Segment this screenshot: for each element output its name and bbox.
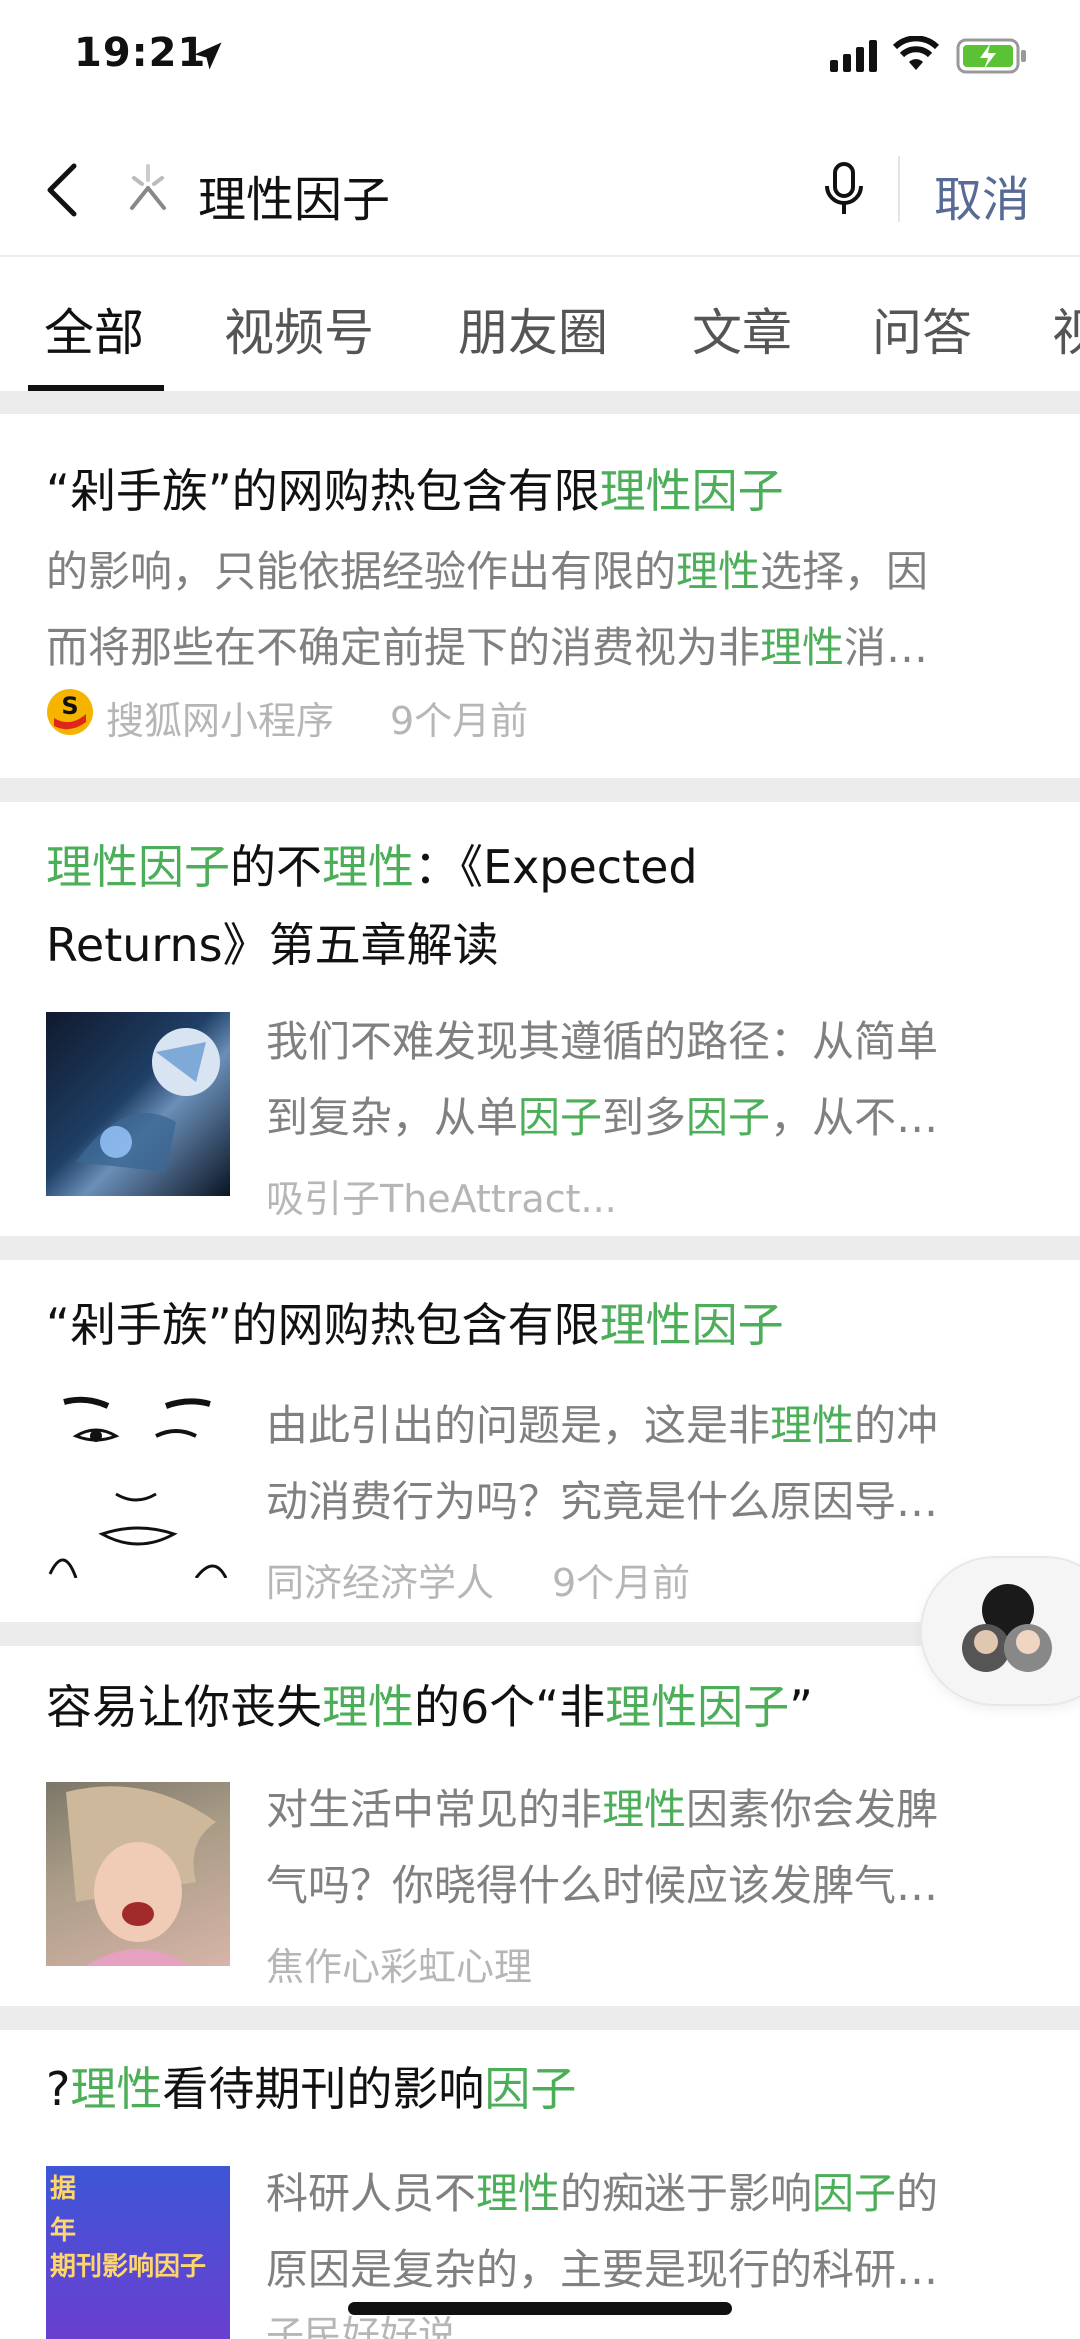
title-highlight: 理性因子	[599, 464, 784, 518]
svg-text:S: S	[61, 692, 78, 720]
result-snippet: 到复杂，从单因子到多因子，从不…	[266, 1080, 938, 1156]
result-title[interactable]: 理性因子的不理性：《Expected	[46, 828, 698, 906]
avatar-icon	[962, 1584, 1052, 1672]
battery-charging-icon	[956, 38, 1026, 74]
title-highlight: 理性	[322, 840, 414, 894]
snippet-text: 的冲	[854, 1401, 939, 1450]
wifi-icon	[892, 36, 940, 70]
snippet-highlight: 因子	[686, 1093, 771, 1142]
result-card[interactable]: “剁手族”的网购热包含有限理性因子 的影响，只能依据经验作出有限的理性选择，因 …	[0, 414, 1080, 778]
snippet-text: 对生活中常见的非	[266, 1785, 603, 1834]
snippet-highlight: 理性	[760, 623, 845, 672]
result-title[interactable]: 容易让你丧失理性的6个“非理性因子”	[46, 1668, 813, 1746]
search-input[interactable]: 理性因子	[198, 160, 390, 230]
snippet-text: 由此引出的问题是，这是非	[266, 1401, 771, 1450]
result-card[interactable]: 理性因子的不理性：《Expected Returns》第五章解读 我们不难发现其…	[0, 802, 1080, 1236]
result-source: 同济经济学人	[266, 1561, 495, 1605]
thumb-text: 据	[50, 2174, 77, 2204]
cancel-button[interactable]: 取消	[934, 160, 1030, 230]
result-title[interactable]: ?理性看待期刊的影响因子	[46, 2050, 576, 2128]
tab-articles[interactable]: 文章	[692, 293, 792, 365]
result-thumbnail	[46, 1394, 230, 1578]
snippet-text: 到复杂，从单	[266, 1093, 519, 1142]
tab-moments[interactable]: 朋友圈	[458, 293, 608, 365]
snippet-highlight: 理性	[602, 1785, 687, 1834]
snippet-text: 因素你会发脾	[686, 1785, 939, 1834]
title-text: ：《Expected	[414, 840, 698, 894]
home-indicator	[348, 2302, 732, 2315]
result-card[interactable]: ?理性看待期刊的影响因子 据 年 期刊影响因子 科研人员不理性的痴迷于影响因子的…	[0, 2030, 1080, 2339]
title-highlight: 理性	[70, 2062, 163, 2116]
snippet-highlight: 因子	[518, 1093, 603, 1142]
status-bar: 19:21	[0, 0, 1080, 120]
title-text: 的不	[230, 840, 322, 894]
result-snippet: 原因是复杂的，主要是现行的科研…	[266, 2245, 939, 2294]
result-snippet: 科研人员不理性的痴迷于影响因子的	[266, 2156, 938, 2232]
snippet-text: 而将那些在不确定前提下的消费视为非	[46, 623, 761, 672]
snippet-highlight: 理性	[676, 547, 761, 596]
title-highlight: 理性因子	[605, 1680, 790, 1734]
thumb-text: 期刊影响因子	[50, 2252, 207, 2282]
result-source: 吸引子TheAttract...	[266, 1177, 617, 1221]
title-text: ?	[46, 2062, 71, 2116]
snippet-text: 消…	[844, 623, 929, 672]
result-source: 搜狐网小程序	[106, 699, 335, 743]
tab-active-indicator	[28, 385, 164, 391]
status-time: 19:21	[74, 30, 207, 76]
snippet-text: 选择，因	[760, 547, 929, 596]
snippet-highlight: 理性	[770, 1401, 855, 1450]
result-thumbnail	[46, 1782, 230, 1966]
result-thumbnail: 据 年 期刊影响因子	[46, 2166, 230, 2339]
title-text: 看待期刊的影响	[162, 2062, 485, 2116]
snippet-text: ，从不…	[770, 1093, 939, 1142]
result-snippet: 由此引出的问题是，这是非理性的冲	[266, 1388, 938, 1464]
face-drawing-icon	[48, 1396, 228, 1578]
snippet-highlight: 理性	[476, 2169, 561, 2218]
tab-all[interactable]: 全部	[44, 293, 144, 365]
tab-bar: 全部 视频号 朋友圈 文章 问答 视	[0, 256, 1080, 391]
thumb-text: 年	[50, 2216, 77, 2246]
title-text: 容易让你丧失	[46, 1680, 322, 1734]
tab-channels[interactable]: 视频号	[224, 293, 374, 365]
result-snippet: 对生活中常见的非理性因素你会发脾	[266, 1772, 938, 1848]
title-highlight: 因子	[484, 2062, 577, 2116]
tab-qa[interactable]: 问答	[872, 293, 972, 365]
location-arrow-icon	[194, 42, 222, 70]
result-card[interactable]: “剁手族”的网购热包含有限理性因子 由此引出的问题是，这是非理性的冲 动消费行为…	[0, 1260, 1080, 1622]
snippet-text: 科研人员不	[266, 2169, 477, 2218]
title-highlight: 理性因子	[599, 1298, 784, 1352]
result-snippet: 动消费行为吗？究竟是什么原因导…	[266, 1477, 939, 1526]
floating-window-button[interactable]	[920, 1556, 1080, 1706]
result-time: 9个月前	[390, 699, 529, 743]
title-highlight: 理性因子	[46, 840, 230, 894]
snippet-text: 的	[896, 2169, 939, 2218]
title-text: “剁手族”的网购热包含有限	[46, 464, 600, 518]
result-card[interactable]: 容易让你丧失理性的6个“非理性因子” 对生活中常见的非理性因素你会发脾 气吗？你…	[0, 1646, 1080, 2006]
result-snippet: 而将那些在不确定前提下的消费视为非理性消…	[46, 610, 928, 686]
result-title[interactable]: “剁手族”的网购热包含有限理性因子	[46, 452, 784, 530]
microphone-icon[interactable]	[824, 162, 864, 216]
sohu-logo-icon: S	[47, 689, 93, 735]
signal-icon	[830, 40, 877, 72]
snippet-text: 到多	[602, 1093, 687, 1142]
title-highlight: 理性	[322, 1680, 414, 1734]
result-source: 焦作心彩虹心理	[266, 1945, 533, 1989]
result-snippet: 我们不难发现其遵循的路径：从简单	[266, 1017, 939, 1066]
search-spark-icon	[130, 164, 166, 210]
snippet-highlight: 因子	[812, 2169, 897, 2218]
tab-video[interactable]: 视	[1052, 293, 1080, 365]
search-divider	[898, 156, 900, 222]
result-title[interactable]: “剁手族”的网购热包含有限理性因子	[46, 1286, 784, 1364]
snippet-text: 的影响，只能依据经验作出有限的	[46, 547, 677, 596]
title-text: 的6个“非	[414, 1680, 606, 1734]
result-thumbnail	[46, 1012, 230, 1196]
title-text: “剁手族”的网购热包含有限	[46, 1298, 600, 1352]
title-text: ”	[789, 1680, 813, 1734]
result-title-line2: Returns》第五章解读	[46, 918, 499, 972]
back-arrow-icon[interactable]	[40, 160, 84, 220]
snippet-text: 的痴迷于影响	[560, 2169, 813, 2218]
result-time: 9个月前	[552, 1561, 691, 1605]
result-snippet: 气吗？你晓得什么时候应该发脾气…	[266, 1861, 939, 1910]
result-snippet: 的影响，只能依据经验作出有限的理性选择，因	[46, 534, 928, 610]
